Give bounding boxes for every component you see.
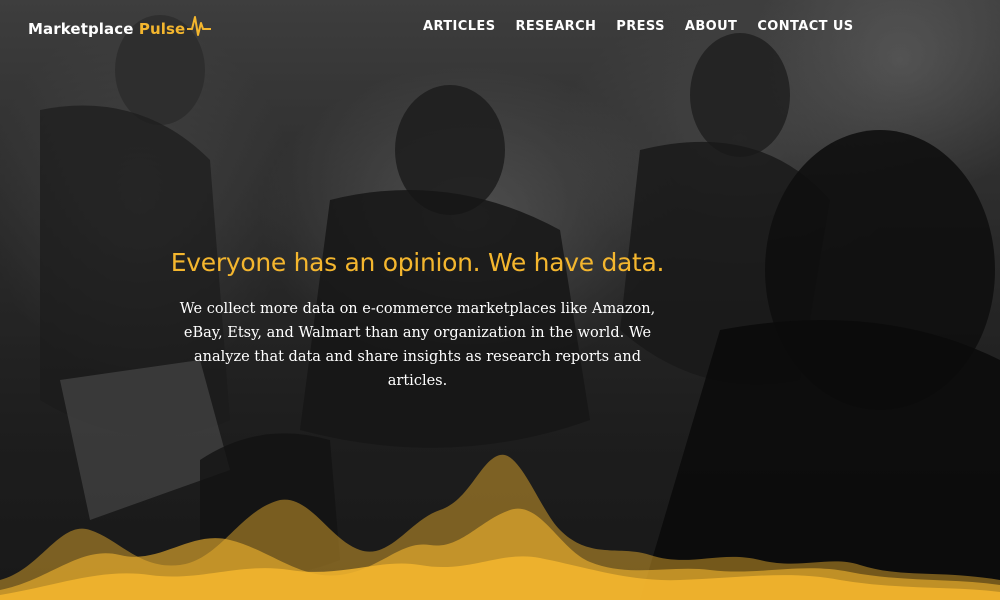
logo-wordmark: Marketplace Pulse [28, 20, 185, 38]
nav-articles[interactable]: ARTICLES [423, 19, 495, 34]
nav-press[interactable]: PRESS [616, 19, 665, 34]
pulse-line-icon [187, 16, 212, 36]
hero-description: We collect more data on e-commerce marke… [179, 301, 656, 389]
pulse-waves-decoration [0, 454, 1000, 600]
hero-headline: Everyone has an opinion. We have data. [170, 248, 665, 277]
logo-text-pulse: Pulse [138, 20, 186, 38]
nav-contact-us[interactable]: CONTACT US [757, 19, 853, 34]
nav-about[interactable]: ABOUT [685, 19, 737, 34]
site-logo[interactable]: Marketplace Pulse [28, 14, 212, 44]
main-nav: ARTICLES RESEARCH PRESS ABOUT CONTACT US [423, 19, 854, 34]
nav-research[interactable]: RESEARCH [515, 19, 596, 34]
logo-text-marketplace: Marketplace [28, 20, 139, 38]
